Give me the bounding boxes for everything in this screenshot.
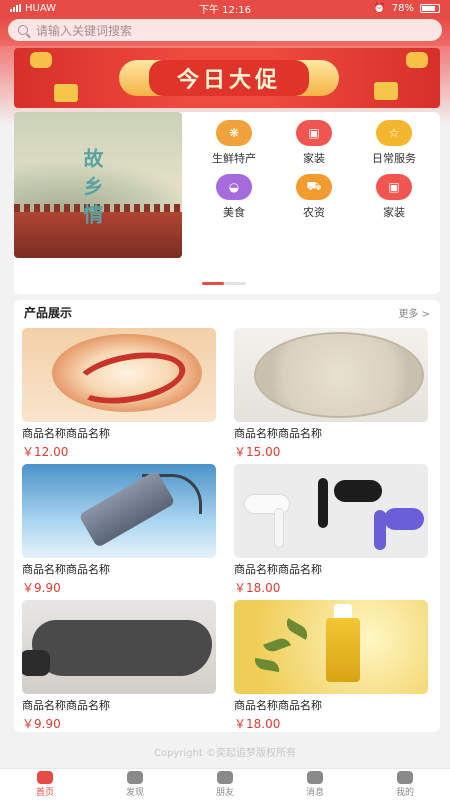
hometown-promo-image[interactable]: 故乡情 — [14, 112, 182, 258]
product-card[interactable]: 商品名称商品名称 ￥18.00 — [234, 600, 430, 731]
eye-mask-shape — [22, 620, 212, 676]
header: 请输入关键词搜索 — [0, 16, 450, 46]
home-icon: ▣ — [296, 120, 332, 146]
product-name: 商品名称商品名称 — [22, 563, 110, 576]
category-item[interactable]: ☆ 日常服务 — [354, 120, 434, 166]
product-card[interactable]: 商品名称商品名称 ￥15.00 — [234, 328, 430, 459]
home-icon — [37, 771, 53, 784]
section-title: 产品展示 — [24, 305, 73, 320]
product-name: 商品名称商品名称 — [234, 699, 322, 712]
product-price: ￥12.00 — [22, 445, 69, 459]
tab-profile[interactable]: 我的 — [360, 769, 450, 800]
earbud-stem-shape — [318, 478, 328, 528]
product-image[interactable] — [22, 328, 216, 422]
tab-label: 我的 — [395, 788, 414, 798]
product-image[interactable] — [22, 600, 216, 694]
copyright-text: Copyright ©奕起追梦版权所有 — [153, 748, 297, 759]
tab-friends[interactable]: 朋友 — [180, 769, 270, 800]
friends-icon — [217, 771, 233, 784]
tractor-icon: ⛟ — [296, 174, 332, 200]
category-label: 家装 — [303, 152, 325, 165]
product-card[interactable]: 商品名称商品名称 ￥12.00 — [22, 328, 218, 459]
product-image[interactable] — [234, 464, 428, 558]
home-icon: ▣ — [376, 174, 412, 200]
product-image[interactable] — [234, 328, 428, 422]
tab-home[interactable]: 首页 — [0, 769, 90, 800]
category-label: 家装 — [383, 206, 405, 219]
product-name: 商品名称商品名称 — [234, 563, 322, 576]
gift-icon — [54, 84, 78, 102]
product-card[interactable]: 商品名称商品名称 ￥9.90 — [22, 600, 218, 731]
mooncake-shape — [52, 334, 202, 412]
product-price: ￥15.00 — [234, 445, 281, 459]
product-name: 商品名称商品名称 — [22, 699, 110, 712]
category-label: 美食 — [223, 206, 245, 219]
promo-text: 故乡情 — [80, 148, 104, 232]
category-item[interactable]: ⛟ 农资 — [274, 174, 354, 220]
tab-messages[interactable]: 消息 — [270, 769, 360, 800]
banner-title: 今日大促 — [148, 60, 309, 96]
category-grid: ❋ 生鲜特产 ▣ 家装 ☆ 日常服务 ◒ 美食 ⛟ 农资 ▣ 家装 — [194, 120, 434, 220]
ssd-device-shape — [78, 470, 176, 548]
clock: 下午 12:16 — [199, 4, 251, 16]
product-grid: 商品名称商品名称 ￥12.00 商品名称商品名称 ￥15.00 商品名称商品名称… — [22, 328, 434, 731]
product-image[interactable] — [22, 464, 216, 558]
tab-discover[interactable]: 发现 — [90, 769, 180, 800]
leaf-shape — [253, 657, 281, 673]
category-item[interactable]: ❋ 生鲜特产 — [194, 120, 274, 166]
indicator-dot — [224, 282, 246, 285]
product-image[interactable] — [234, 600, 428, 694]
lantern-icon — [406, 52, 428, 68]
product-price: ￥18.00 — [234, 717, 281, 731]
carousel-indicator — [202, 282, 246, 285]
dish-icon: ◒ — [216, 174, 252, 200]
tab-label: 发现 — [125, 788, 144, 798]
battery-icon — [420, 3, 440, 13]
product-name: 商品名称商品名称 — [234, 427, 322, 440]
category-label: 生鲜特产 — [212, 152, 256, 165]
product-price: ￥9.90 — [22, 581, 61, 595]
banner-title-pill: 今日大促 — [119, 60, 339, 96]
category-label: 农资 — [303, 206, 325, 219]
tab-label: 朋友 — [215, 788, 234, 798]
product-price: ￥9.90 — [22, 717, 61, 731]
status-bar: HUAW 下午 12:16 ⏰ 78% — [0, 0, 450, 16]
earbud-shape — [334, 480, 382, 502]
promo-banner[interactable]: 今日大促 — [14, 48, 440, 108]
search-placeholder[interactable]: 请输入关键词搜索 — [36, 22, 132, 39]
product-section: 产品展示 更多 > 商品名称商品名称 ￥12.00 商品名称商品名称 ￥15.0… — [14, 300, 440, 732]
message-icon — [307, 771, 323, 784]
product-name: 商品名称商品名称 — [22, 427, 110, 440]
search-icon — [18, 25, 28, 35]
category-card: 故乡情 ❋ 生鲜特产 ▣ 家装 ☆ 日常服务 ◒ 美食 ⛟ 农资 ▣ 家装 — [14, 112, 440, 294]
product-card[interactable]: 商品名称商品名称 ￥9.90 — [22, 464, 218, 595]
gift-icon — [374, 82, 398, 100]
profile-icon — [397, 771, 413, 784]
tab-label: 首页 — [35, 788, 54, 798]
category-item[interactable]: ▣ 家装 — [354, 174, 434, 220]
more-link[interactable]: 更多 > — [398, 305, 430, 320]
product-price: ￥18.00 — [234, 581, 281, 595]
search-bar[interactable]: 请输入关键词搜索 — [8, 19, 442, 41]
leaf-shape — [283, 618, 311, 640]
lantern-icon — [30, 52, 52, 68]
category-item[interactable]: ◒ 美食 — [194, 174, 274, 220]
bottom-tab-bar: 首页 发现 朋友 消息 我的 — [0, 768, 450, 800]
indicator-dot-active — [202, 282, 224, 285]
oil-bottle-shape — [326, 618, 360, 682]
leaf-shape — [263, 635, 291, 655]
discover-icon — [127, 771, 143, 784]
earbud-stem-shape — [274, 508, 284, 548]
product-card[interactable]: 商品名称商品名称 ￥18.00 — [234, 464, 430, 595]
star-icon: ☆ — [376, 120, 412, 146]
food-icon: ❋ — [216, 120, 252, 146]
tab-label: 消息 — [305, 788, 324, 798]
earbud-shape — [384, 508, 424, 530]
category-item[interactable]: ▣ 家装 — [274, 120, 354, 166]
category-label: 日常服务 — [372, 152, 416, 165]
section-header: 产品展示 更多 > — [14, 300, 440, 324]
tea-cake-shape — [254, 332, 424, 418]
